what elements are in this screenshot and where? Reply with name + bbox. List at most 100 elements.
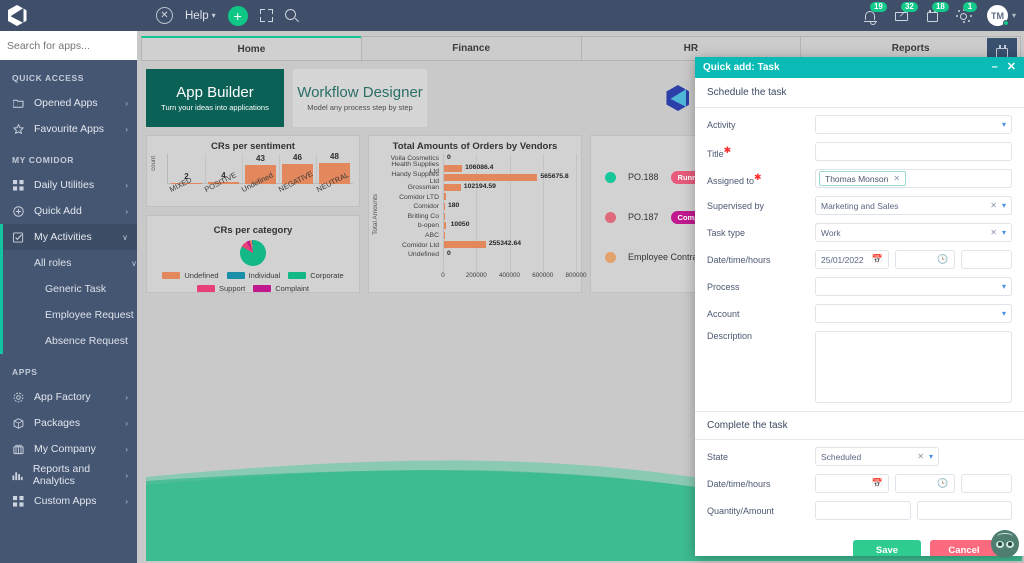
sidebar-item-custom-apps[interactable]: Custom Apps › xyxy=(0,488,137,514)
card-title: App Builder xyxy=(176,84,254,101)
process-name: PO.188 xyxy=(628,172,659,182)
bar-chart-icon xyxy=(12,470,24,481)
status-dot xyxy=(605,211,616,223)
close-icon[interactable]: ✕ xyxy=(156,7,173,24)
sidebar-subitem-generic-task[interactable]: Generic Task xyxy=(0,276,137,302)
clock-icon[interactable]: 🕓 xyxy=(937,254,948,265)
sidebar-label: Custom Apps xyxy=(34,495,97,507)
sidebar-item-my-activities[interactable]: My Activities ∨ xyxy=(0,224,137,250)
legend-swatch xyxy=(226,272,245,279)
chevron-down-icon: ▾ xyxy=(1001,228,1006,237)
remove-icon[interactable]: ✕ xyxy=(893,174,900,183)
card-workflow-designer[interactable]: Workflow Designer Model any process step… xyxy=(293,69,427,127)
widget-crs-per-category: CRs per category Undefined Individual Co… xyxy=(146,215,360,293)
plus-circle-icon xyxy=(12,205,25,217)
date-input[interactable]: 25/01/2022 📅 xyxy=(815,250,889,269)
save-button[interactable]: Save xyxy=(853,540,921,556)
chevron-down-icon: ▾ xyxy=(1001,201,1006,210)
sidebar-subitem-absence-request[interactable]: Absence Request xyxy=(0,328,137,354)
clear-icon[interactable]: ✕ xyxy=(917,452,924,461)
help-label: Help xyxy=(185,9,209,22)
chart-row: Comidor LTD xyxy=(381,192,576,202)
supervised-by-select[interactable]: Marketing and Sales ✕ ▾ xyxy=(815,196,1012,215)
help-menu[interactable]: Help ▾ xyxy=(185,10,216,22)
process-name: PO.187 xyxy=(628,212,659,222)
chatbot-icon[interactable] xyxy=(991,530,1019,558)
amount-input[interactable] xyxy=(916,501,1012,520)
sidebar-item-daily-utilities[interactable]: Daily Utilities › xyxy=(0,172,137,198)
category-label: Comidor LTD xyxy=(399,193,439,201)
calendar-icon[interactable]: 18 xyxy=(925,1,949,25)
field-activity: Activity ▾ xyxy=(707,115,1012,134)
time-input[interactable]: 🕓 xyxy=(894,250,955,269)
widget-crs-per-sentiment: CRs per sentiment count 2 4 43 46 48 MIX… xyxy=(146,135,360,207)
avatar-chevron-down-icon[interactable]: ▾ xyxy=(1012,11,1016,20)
category-label: Britling Co xyxy=(407,212,439,220)
category-label: Undefined xyxy=(408,251,439,259)
clock-icon[interactable]: 🕓 xyxy=(937,478,948,489)
title-input[interactable] xyxy=(815,142,1012,161)
quick-add-button[interactable]: + xyxy=(227,5,248,26)
chart-title: Total Amounts of Orders by Vendors xyxy=(392,141,558,152)
calendar-icon[interactable]: 📅 xyxy=(872,478,883,489)
complete-time-input[interactable]: 🕓 xyxy=(894,474,955,493)
assigned-to-input[interactable]: Thomas Monson ✕ xyxy=(815,169,1012,188)
clear-icon[interactable]: ✕ xyxy=(990,201,997,210)
left-sidebar: QUICK ACCESS Opened Apps › Favourite App… xyxy=(0,31,137,563)
hours-input[interactable] xyxy=(960,250,1012,269)
task-type-select[interactable]: Work ✕ ▾ xyxy=(815,223,1012,242)
description-textarea[interactable] xyxy=(815,331,1012,403)
chart-title: CRs per sentiment xyxy=(211,141,295,152)
state-select[interactable]: Scheduled ✕ ▾ xyxy=(815,447,939,466)
messages-envelope-icon[interactable]: 32 xyxy=(894,1,918,25)
tab-finance[interactable]: Finance xyxy=(360,36,582,61)
top-right-actions: 19 32 18 1 TM ▾ xyxy=(863,1,1016,26)
card-app-builder[interactable]: App Builder Turn your ideas into applica… xyxy=(146,69,284,127)
sidebar-item-favourite-apps[interactable]: Favourite Apps › xyxy=(0,116,137,142)
notifications-bell-icon[interactable]: 19 xyxy=(863,1,887,25)
sun-icon[interactable]: 1 xyxy=(955,1,977,25)
tab-home[interactable]: Home xyxy=(141,36,362,61)
complete-date-input[interactable]: 📅 xyxy=(815,474,889,493)
legend-swatch xyxy=(162,272,181,279)
sidebar-item-reports-and-analytics[interactable]: Reports and Analytics › xyxy=(0,462,137,488)
chart-x-axis: 0 200000 400000 600000 800000 xyxy=(441,272,586,284)
field-label: Date/time/hours xyxy=(707,478,771,489)
antenna-decoration xyxy=(997,533,1013,540)
legend-item: Undefined xyxy=(162,271,219,280)
sidebar-label: Quick Add xyxy=(34,205,82,217)
sidebar-item-quick-add[interactable]: Quick Add › xyxy=(0,198,137,224)
complete-hours-input[interactable] xyxy=(960,474,1012,493)
quantity-input[interactable] xyxy=(815,501,911,520)
activity-select[interactable]: ▾ xyxy=(815,115,1012,134)
sidebar-subitem-all-roles[interactable]: All roles ∨ xyxy=(0,250,137,276)
minimize-icon[interactable]: – xyxy=(992,62,998,73)
cancel-button[interactable]: Cancel xyxy=(930,540,998,556)
online-status-dot xyxy=(1002,20,1009,26)
sidebar-section-quick-access: QUICK ACCESS xyxy=(12,73,85,83)
chart-x-labels: MIXED POSITIVE Undefined NEGATIVE NEUTRA… xyxy=(168,169,353,206)
sidebar-subitem-employee-request[interactable]: Employee Request xyxy=(0,302,137,328)
sidebar-label: Favourite Apps xyxy=(34,123,105,135)
clear-icon[interactable]: ✕ xyxy=(990,228,997,237)
account-select[interactable]: ▾ xyxy=(815,304,1012,323)
assignee-chip[interactable]: Thomas Monson ✕ xyxy=(819,171,907,186)
field-label: Description xyxy=(707,331,753,341)
category-label: b-open xyxy=(417,222,439,230)
chevron-down-icon: ▾ xyxy=(1001,309,1006,318)
search-icon[interactable] xyxy=(284,9,298,22)
field-description: Description xyxy=(707,331,1012,403)
avatar[interactable]: TM xyxy=(986,5,1009,26)
sidebar-item-my-company[interactable]: My Company › xyxy=(0,436,137,462)
sidebar-item-packages[interactable]: Packages › xyxy=(0,410,137,436)
calendar-icon[interactable]: 📅 xyxy=(872,254,883,265)
comidor-logo-icon[interactable] xyxy=(0,0,34,31)
sidebar-item-opened-apps[interactable]: Opened Apps › xyxy=(0,90,137,116)
sidebar-item-app-factory[interactable]: App Factory › xyxy=(0,384,137,410)
bar-value: 10050 xyxy=(450,221,470,229)
sidebar-search[interactable] xyxy=(0,31,137,60)
fullscreen-icon[interactable] xyxy=(259,9,273,22)
search-input[interactable] xyxy=(7,39,130,52)
process-select[interactable]: ▾ xyxy=(815,277,1012,296)
close-icon[interactable]: ✕ xyxy=(1007,62,1016,73)
